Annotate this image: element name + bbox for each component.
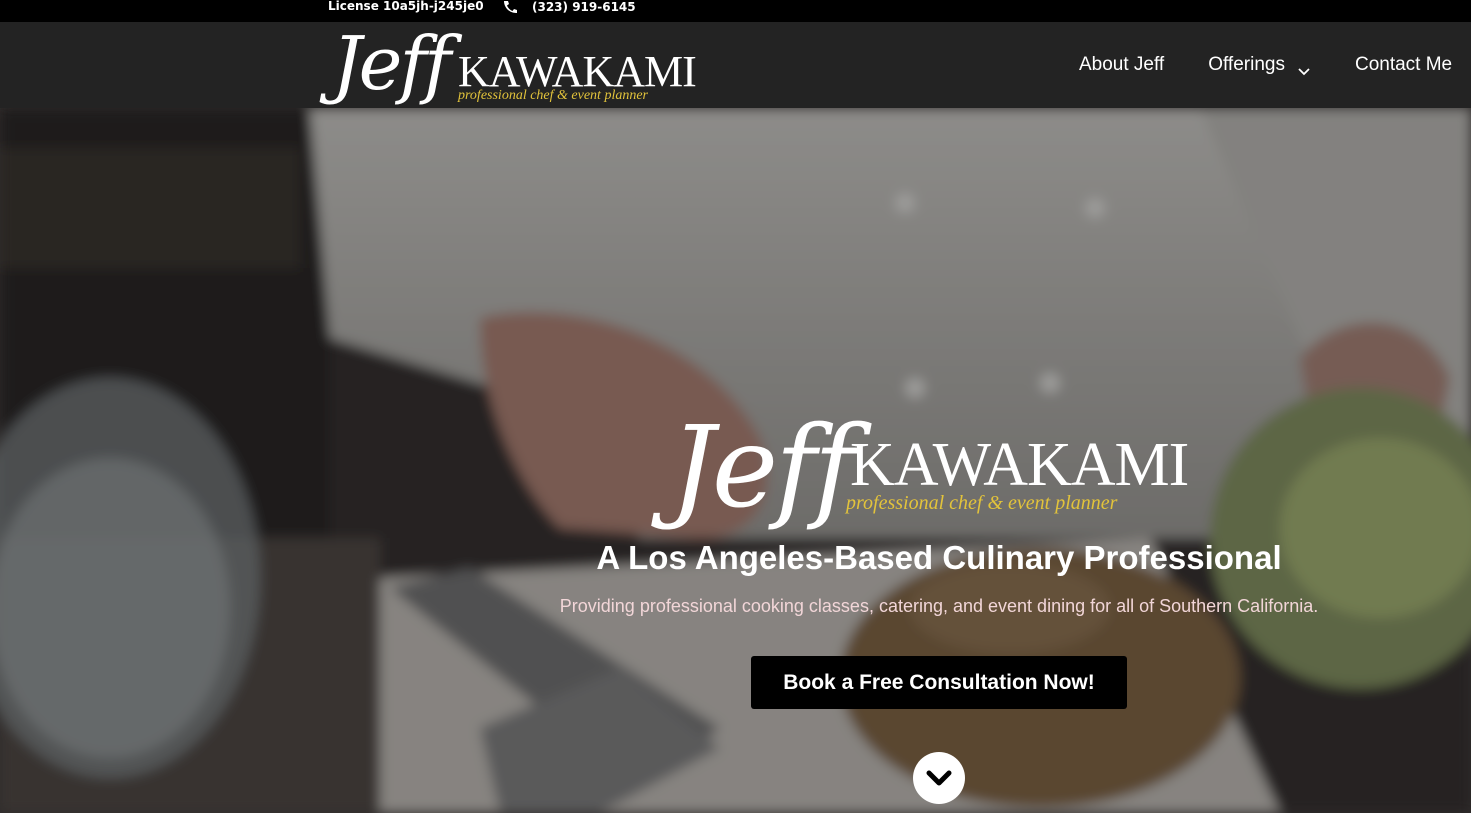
- nav-offerings-label: Offerings: [1208, 54, 1285, 75]
- site-logo[interactable]: Jeff KAWAKAMI professional chef & event …: [332, 24, 722, 114]
- book-consultation-label: Book a Free Consultation Now!: [783, 670, 1095, 694]
- nav-menu: About Jeff Offerings Contact Me: [1079, 22, 1471, 108]
- license-text: License 10a5jh-j245je0: [328, 0, 484, 13]
- logo-tagline: professional chef & event planner: [458, 88, 648, 103]
- logo-first-name: Jeff: [332, 21, 451, 107]
- scroll-down-button[interactable]: [913, 752, 965, 804]
- top-bar: License 10a5jh-j245je0 (323) 919-6145: [0, 0, 1471, 22]
- hero-headline: A Los Angeles-Based Culinary Professiona…: [596, 539, 1282, 576]
- hero-logo: Jeff KAWAKAMI professional chef & event …: [670, 408, 1210, 538]
- hero-section: Jeff KAWAKAMI professional chef & event …: [0, 108, 1471, 813]
- nav-about-jeff[interactable]: About Jeff: [1079, 54, 1164, 76]
- nav-contact-me[interactable]: Contact Me: [1355, 54, 1452, 76]
- phone-icon: [502, 0, 518, 14]
- main-navbar: Jeff KAWAKAMI professional chef & event …: [0, 22, 1471, 108]
- phone-number: (323) 919-6145: [532, 0, 636, 14]
- hero-logo-last-name: KAWAKAMI: [850, 431, 1189, 499]
- book-consultation-button[interactable]: Book a Free Consultation Now!: [751, 656, 1127, 709]
- chevron-down-icon: [1297, 60, 1311, 76]
- nav-offerings[interactable]: Offerings: [1208, 54, 1311, 76]
- nav-contact-label: Contact Me: [1354, 54, 1453, 75]
- hero-subline: Providing professional cooking classes, …: [559, 596, 1319, 616]
- nav-about-label: About Jeff: [1079, 54, 1165, 75]
- chevron-down-circle-icon: [926, 770, 952, 786]
- hero-logo-tagline: professional chef & event planner: [846, 492, 1118, 514]
- phone-link[interactable]: (323) 919-6145: [502, 0, 636, 14]
- hero-logo-first-name: Jeff: [670, 403, 855, 533]
